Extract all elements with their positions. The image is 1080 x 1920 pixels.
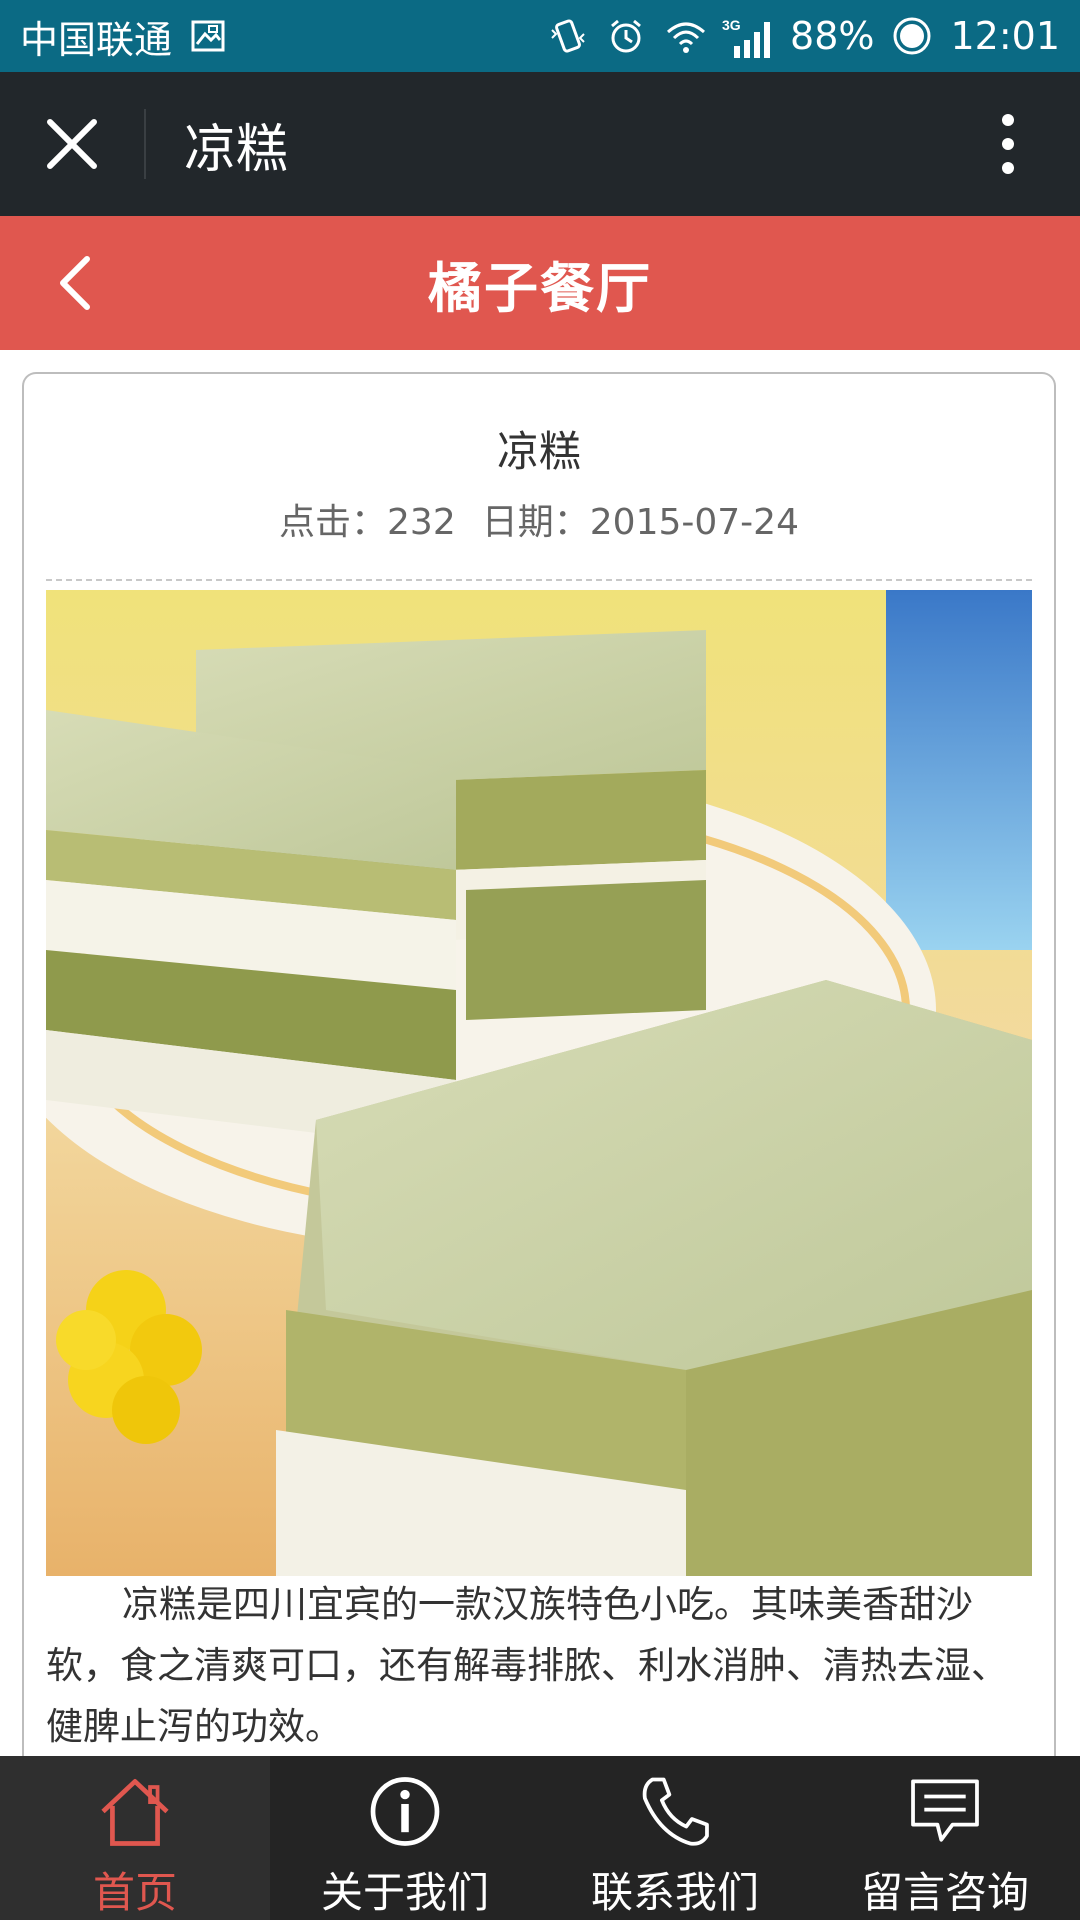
status-right: 3G 88% 12:01 xyxy=(548,14,1060,58)
article-image xyxy=(46,590,1032,1576)
phone-icon xyxy=(642,1777,709,1846)
divider xyxy=(46,579,1032,581)
bottom-nav: 首页 关于我们 联系我们 留言咨询 xyxy=(0,1756,1080,1920)
wifi-icon xyxy=(664,16,706,56)
status-bar: 中国联通 3G 88% 12:01 xyxy=(0,0,1080,72)
nav-about[interactable]: 关于我们 xyxy=(270,1756,540,1920)
clicks-value: 232 xyxy=(387,502,456,543)
more-button[interactable] xyxy=(936,72,1080,216)
nav-message-label: 留言咨询 xyxy=(860,1868,1029,1917)
info-icon xyxy=(370,1777,440,1846)
nav-about-label: 关于我们 xyxy=(320,1868,489,1917)
site-header: 橘子餐厅 xyxy=(0,216,1080,350)
article-card: 凉糕 点击：232 日期：2015-07-24 凉糕是四川宜宾的一款汉族特色小吃… xyxy=(22,372,1056,1792)
top-divider xyxy=(144,109,146,179)
home-icon xyxy=(101,1779,169,1846)
nav-message[interactable]: 留言咨询 xyxy=(810,1756,1080,1920)
back-button[interactable] xyxy=(40,246,110,320)
carrier-name: 中国联通 xyxy=(20,17,173,62)
article-body: 凉糕是四川宜宾的一款汉族特色小吃。其味美香甜沙软，食之清爽可口，还有解毒排脓、利… xyxy=(46,1583,1008,1748)
article-title: 凉糕 xyxy=(496,427,581,476)
signal-icon: 3G xyxy=(722,16,772,58)
battery-percent: 88% xyxy=(790,14,875,58)
svg-text:3G: 3G xyxy=(722,17,741,33)
article-meta: 点击：232 日期：2015-07-24 xyxy=(24,493,1054,545)
site-title: 橘子餐厅 xyxy=(428,256,652,320)
browser-top-bar: 凉糕 xyxy=(0,72,1080,216)
status-left: 中国联通 xyxy=(20,9,228,64)
close-icon xyxy=(47,119,97,169)
nav-home-label: 首页 xyxy=(92,1868,177,1917)
battery-icon xyxy=(892,16,932,56)
nav-contact[interactable]: 联系我们 xyxy=(540,1756,810,1920)
page-title: 凉糕 xyxy=(184,119,289,180)
nav-contact-label: 联系我们 xyxy=(590,1868,759,1917)
nav-home[interactable]: 首页 xyxy=(0,1756,270,1920)
clicks-label: 点击： xyxy=(279,502,388,543)
vibrate-icon xyxy=(548,16,588,56)
clock-time: 12:01 xyxy=(950,14,1060,58)
close-button[interactable] xyxy=(0,72,144,216)
image-icon xyxy=(188,16,228,56)
more-vertical-icon xyxy=(1002,114,1014,174)
alarm-icon xyxy=(606,16,646,56)
date-value: 2015-07-24 xyxy=(589,502,799,543)
chevron-left-icon xyxy=(60,256,90,310)
date-label: 日期： xyxy=(481,502,590,543)
message-icon xyxy=(911,1779,979,1842)
